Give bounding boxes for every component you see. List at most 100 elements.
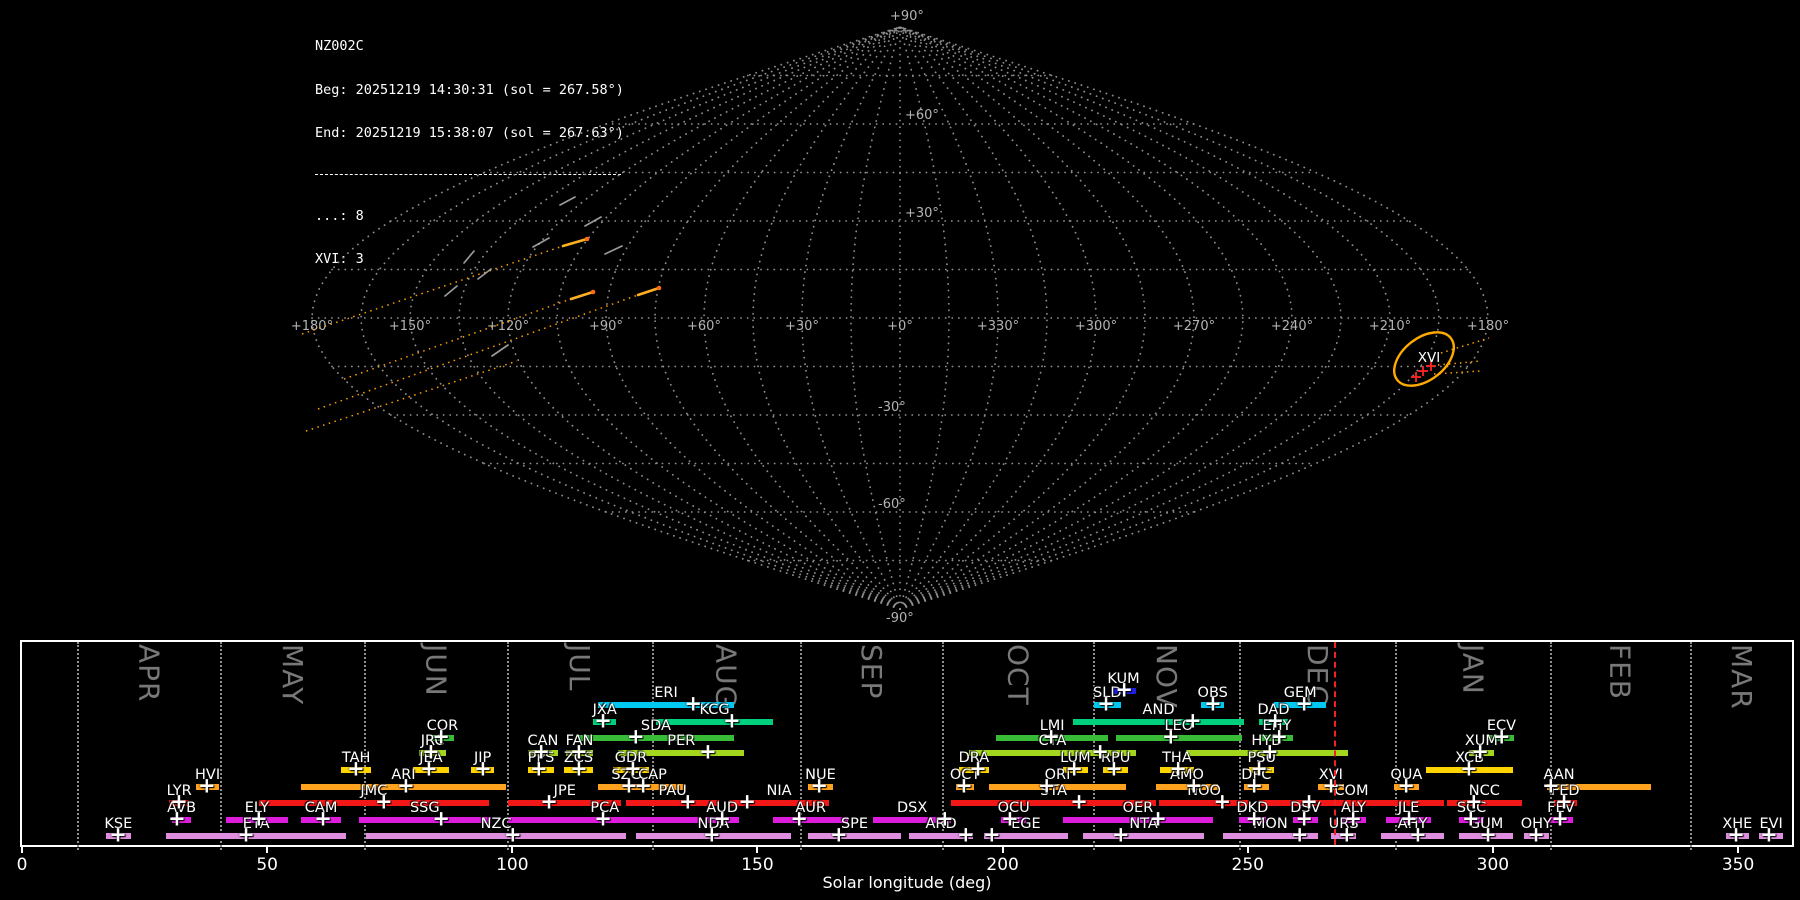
- ra-label: +240°: [1271, 319, 1313, 334]
- peak-marker-SCC: +: [1462, 806, 1480, 831]
- peak-marker-JIP: +: [474, 756, 492, 781]
- sporadic-streak: [477, 268, 492, 280]
- x-tick-label: 200: [986, 855, 1019, 875]
- shower-bar-KCG: [655, 719, 774, 725]
- x-tick: [21, 847, 23, 853]
- peak-marker-NUE: +: [810, 773, 829, 798]
- sporadic-streak: [532, 237, 550, 248]
- month-label-MAR: MAR: [1724, 644, 1758, 710]
- x-tick: [1737, 847, 1740, 853]
- track-tip-dot: [590, 289, 596, 295]
- peak-marker-JPE: +: [540, 789, 558, 814]
- month-boundary-line: [76, 642, 79, 850]
- dec-label: -90°: [886, 611, 914, 626]
- shower-label-DSX: DSX: [896, 800, 928, 816]
- dec-label: +90°: [890, 9, 924, 24]
- peak-marker-NZC: +: [503, 822, 522, 847]
- ra-label: +0°: [887, 319, 913, 334]
- sporadic-streak: [559, 196, 576, 206]
- peak-marker-AVB: +: [168, 806, 186, 831]
- x-tick-label: 0: [16, 855, 28, 875]
- ra-label: +330°: [977, 319, 1019, 334]
- peak-marker-ZCS: +: [570, 756, 588, 781]
- ra-label: +210°: [1369, 319, 1411, 334]
- ra-label: +180°: [291, 319, 333, 334]
- peak-marker-NOO: +: [1213, 789, 1232, 814]
- peak-marker-ORI: +: [1037, 773, 1056, 798]
- shower-bar-SSG: [358, 817, 491, 823]
- ra-label: +150°: [389, 319, 431, 334]
- track-solid-segment: [569, 290, 595, 301]
- peak-marker-KCG: +: [723, 708, 741, 733]
- peak-marker-AMO: +: [1185, 773, 1203, 798]
- track-tip-dot: [656, 285, 662, 291]
- month-boundary-line: [1689, 642, 1692, 850]
- grid-meridian: [605, 26, 901, 610]
- month-label-OCT: OCT: [1001, 644, 1035, 706]
- radiant-label: XVI: [1418, 350, 1440, 366]
- month-label-NOV: NOV: [1149, 644, 1183, 709]
- peak-marker-ARD: +: [957, 822, 975, 847]
- month-label-JAN: JAN: [1456, 644, 1490, 695]
- track-solid-segment: [561, 237, 589, 248]
- peak-marker-ARI: +: [397, 773, 415, 798]
- x-tick: [511, 847, 514, 853]
- peak-marker-KUM: +: [1115, 677, 1134, 702]
- peak-marker-OBS: +: [1204, 691, 1222, 716]
- track-dotted-line: [305, 360, 518, 432]
- peak-marker-CAP: +: [634, 773, 653, 798]
- ra-label: +180°: [1467, 319, 1509, 334]
- peak-marker-MON: +: [1290, 822, 1309, 847]
- x-axis-title: Solar longitude (deg): [822, 873, 992, 892]
- peak-marker-PPS: +: [529, 756, 548, 781]
- ra-label: +30°: [785, 319, 819, 334]
- shower-bar-ETA: [166, 833, 347, 839]
- ra-label: +90°: [589, 319, 623, 334]
- peak-marker-JEA: +: [420, 756, 438, 781]
- grid-meridian: [507, 26, 901, 610]
- peak-marker-AHY: +: [1409, 822, 1427, 847]
- peak-marker-EGE: +: [983, 822, 1001, 847]
- peak-marker-LUM: +: [1065, 756, 1083, 781]
- shower-label-ERI: ERI: [654, 685, 678, 701]
- peak-marker-GEM: +: [1295, 691, 1313, 716]
- month-label-APR: APR: [132, 644, 166, 703]
- x-tick: [756, 847, 759, 853]
- peak-marker-LEO: +: [1161, 724, 1180, 749]
- shower-bar-NTA: [1083, 833, 1205, 839]
- ra-label: +300°: [1075, 319, 1117, 334]
- x-tick-label: 150: [741, 855, 774, 875]
- dec-label: -30°: [878, 400, 906, 415]
- shower-bar-SPE: [807, 833, 902, 839]
- peak-marker-PCA: +: [594, 806, 612, 831]
- peak-marker-QUA: +: [1397, 773, 1415, 798]
- map-grid: [311, 26, 1489, 610]
- peak-marker-NDA: +: [703, 822, 721, 847]
- peak-marker-CAM: +: [314, 806, 332, 831]
- shower-label-PER: PER: [667, 733, 696, 749]
- peak-marker-KSE: +: [109, 822, 127, 847]
- peak-marker-PER: +: [699, 739, 717, 764]
- peak-marker-LMI: +: [1042, 724, 1060, 749]
- x-tick-label: 50: [256, 855, 278, 875]
- peak-marker-JXA: +: [594, 708, 612, 733]
- track-tip-dot: [584, 236, 590, 242]
- shower-bar-AND: [1073, 719, 1244, 725]
- peak-marker-JMC: +: [375, 789, 393, 814]
- peak-marker-XCB: +: [1460, 756, 1478, 781]
- ra-axis-labels: +180° +150° +120° +90° +60° +30° +0° +330° +300°…: [291, 319, 1509, 334]
- peak-marker-SSG: +: [432, 806, 451, 831]
- peak-marker-AUR: +: [790, 806, 808, 831]
- peak-marker-SLD: +: [1097, 691, 1115, 716]
- ra-label: +270°: [1173, 319, 1215, 334]
- sporadic-streak: [444, 285, 458, 297]
- peak-marker-DKD: +: [1245, 806, 1263, 831]
- peak-marker-EVI: +: [1760, 822, 1778, 847]
- peak-marker-STA: +: [1070, 789, 1088, 814]
- shower-bar-JMC: [258, 800, 489, 806]
- peak-marker-OCT: +: [955, 773, 973, 798]
- peak-marker-OHY: +: [1527, 822, 1545, 847]
- activity-chart: APR MAY JUN JUL AUG SEP OCT NOV DEC JAN FEB MAR + KUM…: [17, 640, 1794, 892]
- x-tick: [1246, 847, 1249, 853]
- shower-bar-NZC: [366, 833, 627, 839]
